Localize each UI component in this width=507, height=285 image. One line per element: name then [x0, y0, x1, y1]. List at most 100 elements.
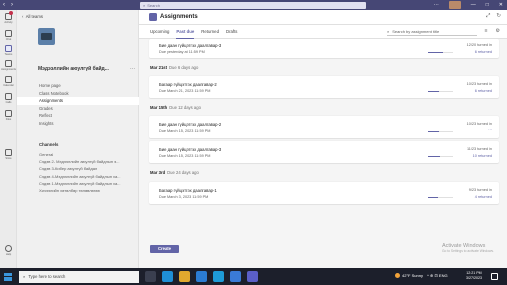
tab-past-due[interactable]: Past due [176, 29, 194, 39]
minimize-button[interactable]: — [471, 2, 476, 8]
returned-count: 4 returned [474, 195, 492, 199]
rail-item-activity[interactable]: Activity [0, 11, 17, 24]
rail-label: Activity [4, 21, 13, 24]
tabs: Upcoming Past due Returned Drafts [150, 29, 237, 39]
channel-item[interactable]: Сэдэв 2- Мэдээллийн аюулгүй байдлын э... [17, 158, 139, 165]
search-icon: ⌕ [387, 29, 390, 34]
nav-item-class-notebook[interactable]: Class Notebook [17, 90, 139, 98]
system-tray[interactable]: ^ ⊕ ⊡ ENG [427, 273, 448, 278]
nav-item-grades[interactable]: Grades [17, 105, 139, 113]
file-icon [5, 110, 12, 117]
nav-item-home[interactable]: Home page [17, 82, 139, 90]
assignments-icon [5, 60, 12, 67]
tab-drafts[interactable]: Drafts [226, 29, 237, 34]
refresh-icon[interactable]: ↻ [496, 13, 501, 20]
channel-item[interactable]: Хичээлийн хөтөлбөр төлөвлөгөө [17, 187, 139, 194]
turned-in-count: 10/23 turned in [466, 122, 492, 126]
more-options-button[interactable]: ··· [434, 2, 439, 8]
rail-label: Files [5, 118, 12, 121]
assignment-card[interactable]: Бие даан гүйцэтгэх даалгавар-2 Due March… [149, 116, 499, 138]
assignment-card[interactable]: Багаар гүйцэтгэх даалгавар-2 Due March 2… [149, 76, 499, 98]
mail-icon[interactable] [196, 271, 207, 282]
avatar[interactable] [448, 1, 461, 9]
turned-in-count: 9/23 turned in [468, 188, 492, 192]
header-actions: ⤢ ↻ [486, 13, 501, 20]
team-more-button[interactable]: ··· [130, 66, 135, 72]
app-rail: Activity Chat Teams Assignments Calendar… [0, 10, 17, 268]
progress-bar [428, 91, 453, 92]
channel-item[interactable]: Сэдэв 1-Мэдээллийн аюулгүй байдлын ха... [17, 180, 139, 187]
progress-fill [428, 156, 440, 157]
assignment-list: Бие даан гүйцэтгэх даалгавар-3 Due yeste… [139, 39, 507, 242]
teams-icon[interactable] [247, 271, 258, 282]
rail-label: Store [5, 157, 12, 160]
nav-item-insights[interactable]: Insights [17, 120, 139, 128]
tab-upcoming[interactable]: Upcoming [150, 29, 169, 34]
nav-item-assignments[interactable]: Assignments [17, 97, 139, 105]
assignment-title: Багаар гүйцэтгэх даалгавар-1 [159, 188, 217, 193]
progress-fill [428, 91, 439, 92]
assignments-icon [149, 13, 157, 21]
assignment-due: Due yesterday at 11:59 PM [159, 50, 205, 54]
team-panel: ‹ All teams Мэдээллийн аюулгүй байд... ·… [17, 10, 139, 268]
rail-item-store[interactable]: Store [0, 149, 17, 160]
filter-icon[interactable]: ≡ [485, 28, 488, 34]
word-icon[interactable] [230, 271, 241, 282]
global-search-input[interactable]: ⌕ Search [140, 1, 366, 9]
channel-item[interactable]: Сэдэв 3-Кибер аюулгүй байдал [17, 165, 139, 172]
window-controls: ··· — □ ✕ [434, 0, 503, 10]
assignment-title: Бие даан гүйцэтгэх даалгавар-2 [159, 122, 222, 127]
watermark-subtitle: Go to Settings to activate Windows. [441, 249, 494, 253]
assignments-main: Assignments ⤢ ↻ Upcoming Past due Return… [139, 10, 507, 268]
assignment-search-input[interactable]: ⌕ Search by assignment title [387, 28, 477, 36]
calendar-icon [5, 76, 12, 83]
create-button[interactable]: Create [150, 245, 179, 253]
assignment-card[interactable]: Бие даан гүйцэтгэх даалгавар-3 Due March… [149, 141, 499, 163]
page-title: Assignments [160, 13, 198, 20]
close-button[interactable]: ✕ [499, 2, 503, 8]
channel-item[interactable]: Сэдэв 4-Мэдээллийн аюулгүй байдлын ха... [17, 173, 139, 180]
back-button[interactable]: ‹ [3, 2, 5, 8]
rail-item-calendar[interactable]: Calendar [0, 76, 17, 87]
assignment-card[interactable]: Багаар гүйцэтгэх даалгавар-1 Due March 3… [149, 182, 499, 204]
progress-bar [428, 131, 453, 132]
search-icon: ⌕ [143, 2, 146, 8]
assignment-card[interactable]: Бие даан гүйцэтгэх даалгавар-3 Due yeste… [149, 39, 499, 58]
expand-icon[interactable]: ⤢ [486, 13, 490, 20]
group-heading: Mar 21st Due 6 days ago [150, 65, 198, 70]
gear-icon[interactable]: ⚙ [496, 28, 500, 34]
channel-list: General Сэдэв 2- Мэдээллийн аюулгүй байд… [17, 151, 139, 194]
channel-item[interactable]: General [17, 151, 139, 158]
forward-button[interactable]: › [11, 2, 13, 8]
teams-icon [5, 45, 12, 52]
rail-item-calls[interactable]: Calls [0, 93, 17, 104]
weather-widget[interactable]: 42°F Sunny [395, 273, 423, 278]
all-teams-link[interactable]: ‹ All teams [22, 14, 43, 19]
file-explorer-icon[interactable] [179, 271, 190, 282]
windows-start-icon[interactable] [4, 272, 12, 281]
rail-item-help[interactable]: Help [0, 245, 17, 256]
assignment-due: Due March 3, 2023 11:59 PM [159, 195, 209, 199]
progress-bar [428, 197, 453, 198]
notification-center-icon[interactable] [491, 272, 498, 280]
nav-item-reflect[interactable]: Reflect [17, 112, 139, 120]
task-view-icon[interactable] [145, 271, 156, 282]
group-ago: Due 12 days ago [169, 105, 201, 110]
search-icon: ⌕ [23, 274, 26, 279]
group-heading: Mar 3rd Due 24 days ago [150, 170, 199, 175]
taskbar-search-input[interactable]: ⌕ Type here to search [19, 270, 139, 283]
rail-item-files[interactable]: Files [0, 110, 17, 121]
tab-returned[interactable]: Returned [201, 29, 219, 34]
rail-item-teams[interactable]: Teams [0, 45, 17, 56]
store-icon[interactable] [213, 271, 224, 282]
rail-item-chat[interactable]: Chat [0, 30, 17, 41]
taskbar-apps [145, 271, 258, 282]
edge-icon[interactable] [162, 271, 173, 282]
weather-text: 42°F Sunny [402, 273, 423, 278]
returned-count: 6 returned [474, 89, 492, 93]
rail-label: Calendar [3, 84, 14, 87]
maximize-button[interactable]: □ [486, 2, 489, 8]
clock[interactable]: 12:21 PM 3/27/2023 [466, 271, 482, 281]
tab-bar: Upcoming Past due Returned Drafts ⌕ Sear… [139, 25, 507, 39]
rail-item-assignments[interactable]: Assignments [0, 60, 17, 71]
